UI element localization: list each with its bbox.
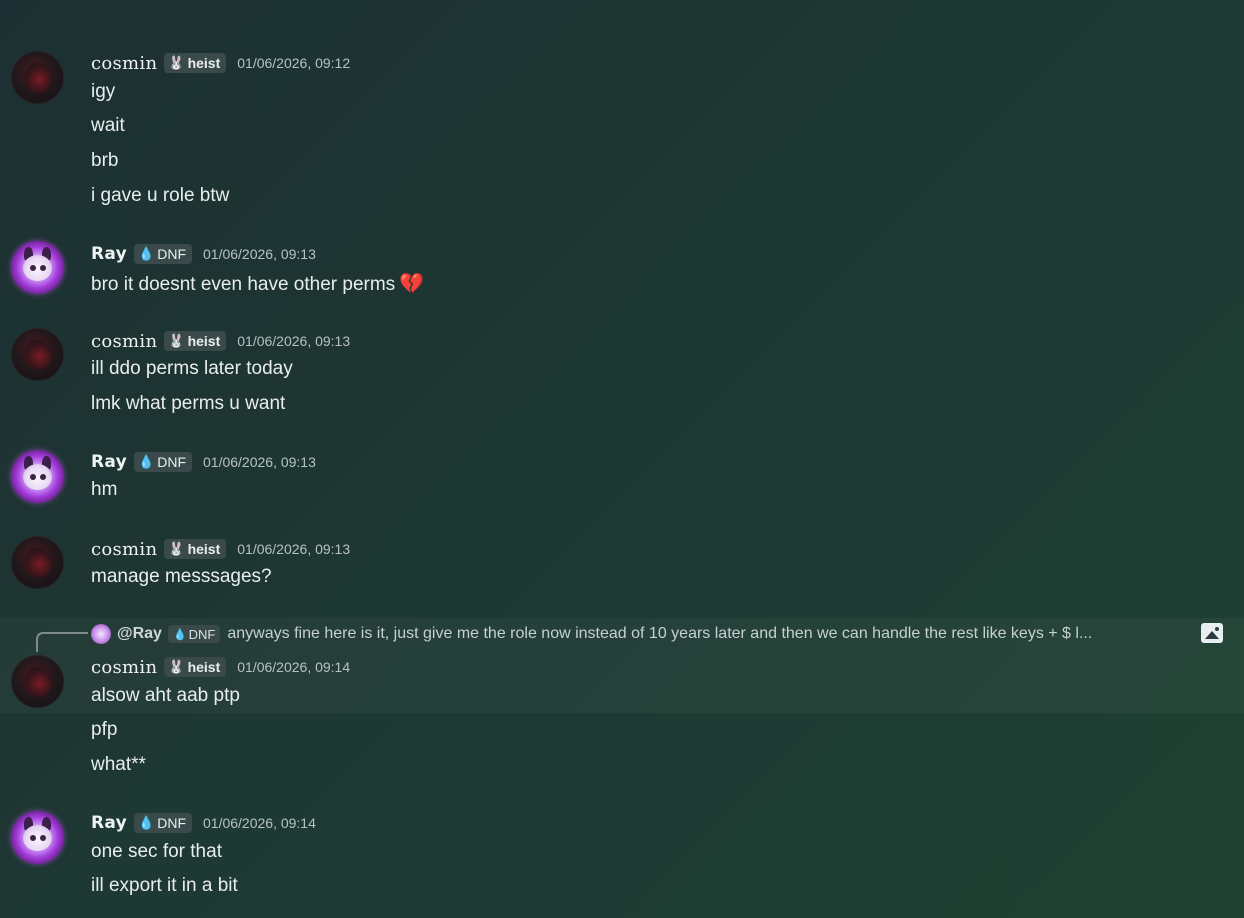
timestamp[interactable]: 01/06/2026, 09:14 bbox=[237, 659, 350, 675]
avatar[interactable] bbox=[11, 51, 64, 104]
bunny-icon: 🐰 bbox=[168, 55, 185, 70]
role-tag[interactable]: 💧 DNF bbox=[134, 813, 192, 833]
timestamp[interactable]: 01/06/2026, 09:13 bbox=[237, 541, 350, 557]
role-tag[interactable]: 💧 DNF bbox=[134, 452, 192, 472]
username[interactable]: Ray bbox=[91, 244, 127, 264]
username[interactable]: cosmin bbox=[91, 53, 157, 74]
droplet-icon: 💧 bbox=[138, 454, 155, 469]
timestamp[interactable]: 01/06/2026, 09:14 bbox=[203, 815, 316, 831]
message-line: brb bbox=[91, 150, 119, 171]
username[interactable]: cosmin bbox=[91, 657, 157, 678]
bunny-icon: 🐰 bbox=[168, 659, 185, 674]
reply-text: anyways fine here is it, just give me th… bbox=[227, 625, 1093, 642]
message-header: Ray 💧 DNF 01/06/2026, 09:14 bbox=[91, 812, 316, 834]
avatar[interactable] bbox=[11, 655, 64, 708]
message-line: wait bbox=[91, 115, 125, 136]
message-header: cosmin 🐰 heist 01/06/2026, 09:14 bbox=[91, 656, 350, 678]
reply-role-tag: 💧 DNF bbox=[167, 625, 221, 643]
message-line: bro it doesnt even have other perms 💔 bbox=[91, 273, 425, 295]
message-line: alsow aht aab ptp bbox=[91, 685, 240, 706]
message-header: cosmin 🐰 heist 01/06/2026, 09:13 bbox=[91, 330, 350, 352]
avatar[interactable] bbox=[11, 328, 64, 381]
droplet-icon: 💧 bbox=[138, 815, 155, 830]
message-line: pfp bbox=[91, 719, 118, 740]
message-line: igy bbox=[91, 81, 116, 102]
avatar[interactable] bbox=[11, 241, 64, 294]
bunny-icon: 🐰 bbox=[168, 541, 185, 556]
reply-username[interactable]: @Ray bbox=[117, 625, 162, 643]
username[interactable]: Ray bbox=[91, 452, 127, 472]
role-tag[interactable]: 💧 DNF bbox=[134, 244, 192, 264]
username[interactable]: cosmin bbox=[91, 331, 157, 352]
message-header: Ray 💧 DNF 01/06/2026, 09:13 bbox=[91, 451, 316, 473]
avatar[interactable] bbox=[11, 536, 64, 589]
message-line: ill ddo perms later today bbox=[91, 358, 293, 379]
message-header: cosmin 🐰 heist 01/06/2026, 09:12 bbox=[91, 52, 350, 74]
message-line: what** bbox=[91, 754, 146, 775]
reply-preview[interactable]: @Ray 💧 DNF anyways fine here is it, just … bbox=[91, 623, 1092, 645]
message-line: manage messsages? bbox=[91, 566, 272, 587]
timestamp[interactable]: 01/06/2026, 09:13 bbox=[203, 246, 316, 262]
avatar[interactable] bbox=[11, 450, 64, 503]
role-tag[interactable]: 🐰 heist bbox=[164, 331, 227, 351]
message-line: lmk what perms u want bbox=[91, 393, 286, 414]
message-header: Ray 💧 DNF 01/06/2026, 09:13 bbox=[91, 243, 316, 265]
role-tag[interactable]: 🐰 heist bbox=[164, 657, 227, 677]
message-line: hm bbox=[91, 479, 118, 500]
message-line: ill export it in a bit bbox=[91, 875, 238, 896]
timestamp[interactable]: 01/06/2026, 09:12 bbox=[237, 55, 350, 71]
role-tag[interactable]: 🐰 heist bbox=[164, 53, 227, 73]
timestamp[interactable]: 01/06/2026, 09:13 bbox=[237, 333, 350, 349]
reply-connector bbox=[36, 632, 88, 652]
droplet-icon: 💧 bbox=[138, 246, 155, 261]
timestamp[interactable]: 01/06/2026, 09:13 bbox=[203, 454, 316, 470]
droplet-icon: 💧 bbox=[172, 628, 187, 641]
broken-heart-icon: 💔 bbox=[399, 273, 425, 295]
avatar[interactable] bbox=[11, 811, 64, 864]
message-header: cosmin 🐰 heist 01/06/2026, 09:13 bbox=[91, 538, 350, 560]
message-line: i gave u role btw bbox=[91, 185, 230, 206]
image-icon[interactable] bbox=[1201, 623, 1223, 643]
username[interactable]: cosmin bbox=[91, 539, 157, 560]
reply-avatar bbox=[91, 624, 111, 644]
bunny-icon: 🐰 bbox=[168, 333, 185, 348]
role-tag[interactable]: 🐰 heist bbox=[164, 539, 227, 559]
username[interactable]: Ray bbox=[91, 813, 127, 833]
message-line: one sec for that bbox=[91, 841, 222, 862]
